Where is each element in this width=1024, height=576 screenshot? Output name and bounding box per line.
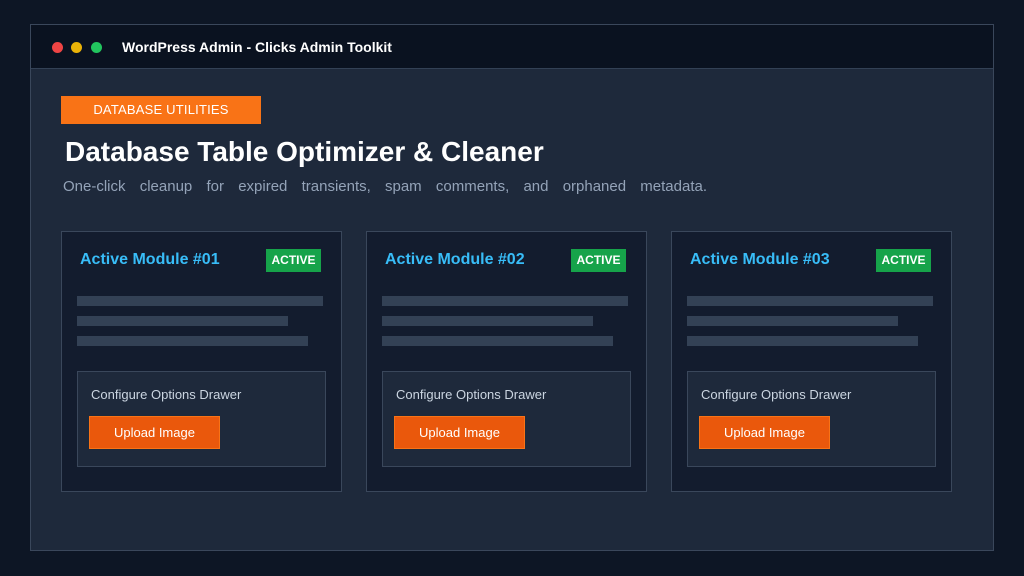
drawer-label: Configure Options Drawer xyxy=(701,387,852,402)
placeholder-line xyxy=(77,316,288,326)
upload-image-button[interactable]: Upload Image xyxy=(699,416,830,449)
window-titlebar: WordPress Admin - Clicks Admin Toolkit xyxy=(31,25,993,69)
placeholder-line xyxy=(687,316,898,326)
placeholder-line xyxy=(382,336,613,346)
placeholder-line xyxy=(77,336,308,346)
options-drawer: Configure Options Drawer Upload Image xyxy=(382,371,631,467)
window-title: WordPress Admin - Clicks Admin Toolkit xyxy=(122,39,392,55)
status-badge: ACTIVE xyxy=(266,249,321,272)
module-card-02: Active Module #02 ACTIVE Configure Optio… xyxy=(366,231,647,492)
module-title: Active Module #02 xyxy=(385,251,525,268)
upload-image-button[interactable]: Upload Image xyxy=(89,416,220,449)
module-title: Active Module #03 xyxy=(690,251,830,268)
placeholder-line xyxy=(687,296,933,306)
placeholder-line xyxy=(77,296,323,306)
status-badge: ACTIVE xyxy=(876,249,931,272)
drawer-label: Configure Options Drawer xyxy=(91,387,242,402)
minimize-window-button[interactable] xyxy=(71,42,82,53)
placeholder-line xyxy=(687,336,918,346)
module-card-01: Active Module #01 ACTIVE Configure Optio… xyxy=(61,231,342,492)
page-subtitle: One-click cleanup for expired transients… xyxy=(63,178,707,195)
placeholder-line xyxy=(382,296,628,306)
options-drawer: Configure Options Drawer Upload Image xyxy=(687,371,936,467)
app-window: WordPress Admin - Clicks Admin Toolkit D… xyxy=(30,24,994,551)
category-badge: DATABASE UTILITIES xyxy=(61,96,261,124)
upload-image-button[interactable]: Upload Image xyxy=(394,416,525,449)
drawer-label: Configure Options Drawer xyxy=(396,387,547,402)
module-title: Active Module #01 xyxy=(80,251,220,268)
options-drawer: Configure Options Drawer Upload Image xyxy=(77,371,326,467)
page-title: Database Table Optimizer & Cleaner xyxy=(65,136,544,167)
maximize-window-button[interactable] xyxy=(91,42,102,53)
placeholder-line xyxy=(382,316,593,326)
module-card-03: Active Module #03 ACTIVE Configure Optio… xyxy=(671,231,952,492)
close-window-button[interactable] xyxy=(52,42,63,53)
status-badge: ACTIVE xyxy=(571,249,626,272)
